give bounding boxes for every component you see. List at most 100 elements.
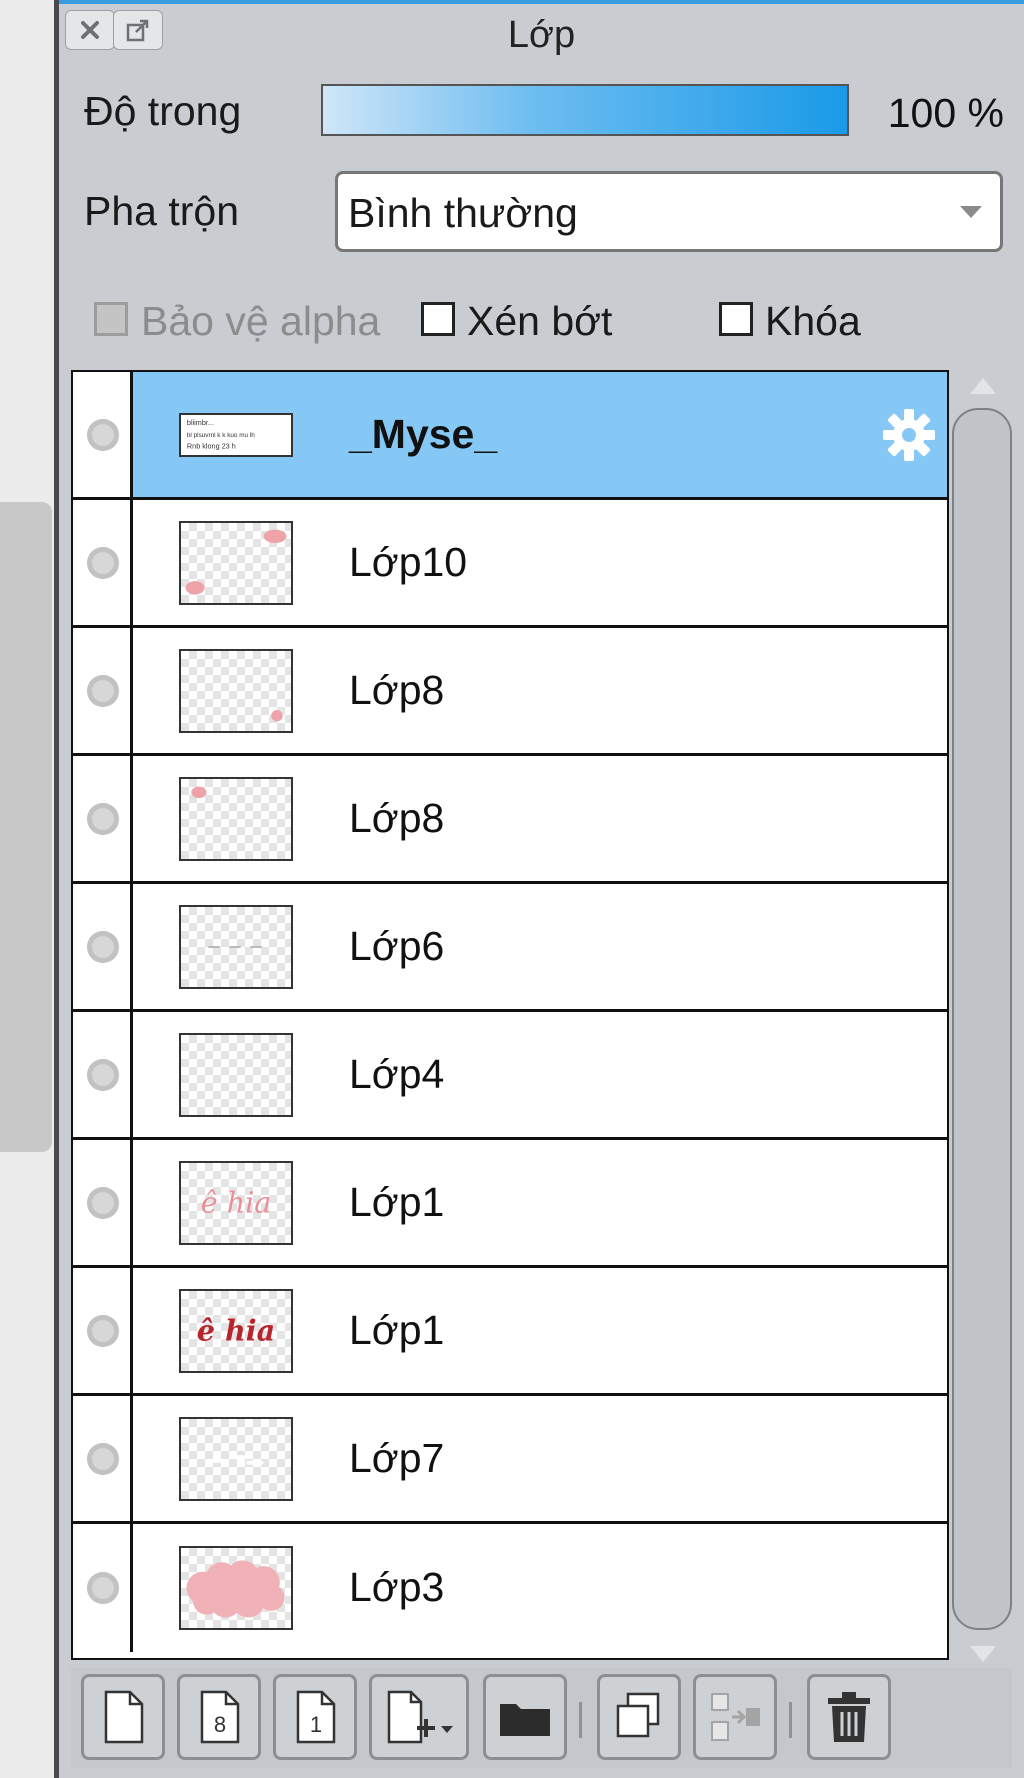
- clipping-label: Xén bớt: [467, 298, 613, 344]
- panel-title: Lớp: [507, 14, 576, 56]
- layer-row[interactable]: Lớp8: [73, 628, 947, 756]
- layer-name: Lớp8: [349, 666, 445, 713]
- visibility-toggle[interactable]: [73, 884, 133, 1009]
- duplicate-layer-button[interactable]: [597, 1674, 681, 1760]
- new-1bit-layer-button[interactable]: 1: [273, 1674, 357, 1760]
- layer-name: Lớp6: [349, 922, 445, 969]
- lock-checkbox[interactable]: [719, 302, 753, 336]
- layer-row-main[interactable]: Lớp4: [133, 1012, 947, 1137]
- layer-thumbnail: ê hia: [179, 1288, 293, 1373]
- visibility-toggle[interactable]: [73, 756, 133, 881]
- layer-thumbnail: bliimbr... bl plsuvrnl k k kuo mu lh Rnb…: [179, 412, 293, 457]
- thumb-text-line: Rnb klong 23 h: [187, 441, 236, 450]
- layer-thumbnail: [179, 1546, 293, 1630]
- layer-row[interactable]: Lớp8: [73, 756, 947, 884]
- pink-dot-thumbnail-icon: [271, 709, 283, 721]
- scroll-up-arrow-icon[interactable]: [970, 378, 996, 394]
- layer-row-main[interactable]: Lớp3: [133, 1524, 947, 1652]
- visibility-toggle[interactable]: [73, 500, 133, 625]
- layer-row-main[interactable]: ê hia Lớp1: [133, 1140, 947, 1265]
- folder-icon: [500, 1704, 550, 1736]
- merge-down-button[interactable]: [693, 1674, 777, 1760]
- new-raster-layer-button[interactable]: [81, 1674, 165, 1760]
- page-icon: [104, 1690, 144, 1744]
- duplicate-icon: [616, 1692, 660, 1738]
- layer-thumbnail: [179, 520, 293, 605]
- layer-panel: Lớp Độ trong 100 % Pha trộn Bình thường …: [59, 0, 1024, 1778]
- protect-alpha-label: Bảo vệ alpha: [141, 298, 381, 344]
- dock-handle[interactable]: [0, 502, 52, 1152]
- gear-icon[interactable]: [881, 407, 937, 463]
- new-folder-button[interactable]: [483, 1674, 567, 1760]
- glyph-1: 1: [310, 1712, 322, 1737]
- layer-row-main[interactable]: bliimbr... bl plsuvrnl k k kuo mu lh Rnb…: [133, 372, 947, 497]
- layer-list: bliimbr... bl plsuvrnl k k kuo mu lh Rnb…: [71, 370, 949, 1660]
- glyph-8: 8: [214, 1712, 226, 1737]
- visibility-toggle[interactable]: [73, 1012, 133, 1137]
- layer-row[interactable]: Lớp10: [73, 500, 947, 628]
- opacity-label: Độ trong: [84, 88, 242, 134]
- opacity-slider[interactable]: [321, 84, 849, 136]
- layer-row[interactable]: Lớp3: [73, 1524, 947, 1652]
- layer-row-main[interactable]: Lớp8: [133, 756, 947, 881]
- new-8bit-layer-button[interactable]: 8: [177, 1674, 261, 1760]
- toolbar-separator: [579, 1702, 582, 1738]
- visibility-toggle[interactable]: [73, 628, 133, 753]
- layer-row-main[interactable]: Lớp10: [133, 500, 947, 625]
- thumb-text-line: bliimbr...: [187, 418, 214, 427]
- layer-name: Lớp7: [349, 1434, 445, 1481]
- layer-row[interactable]: Lớp4: [73, 1012, 947, 1140]
- blend-mode-label: Pha trộn: [84, 188, 239, 234]
- page-8-icon: 8: [200, 1690, 240, 1744]
- layer-list-scrollbar[interactable]: [952, 372, 1014, 1662]
- white-text-thumbnail-icon: [208, 1454, 264, 1465]
- layer-name: Lớp8: [349, 794, 445, 841]
- layer-row[interactable]: Lớp6: [73, 884, 947, 1012]
- protect-alpha-checkbox[interactable]: [94, 302, 128, 336]
- toolbar-separator: [789, 1702, 792, 1738]
- opacity-value: 100 %: [887, 90, 1004, 136]
- layer-row-main[interactable]: Lớp7: [133, 1396, 947, 1521]
- visibility-dot-icon: [87, 1442, 119, 1475]
- visibility-dot-icon: [87, 1058, 119, 1091]
- chevron-down-icon: [960, 206, 982, 218]
- layer-thumbnail: [179, 648, 293, 733]
- visibility-toggle[interactable]: [73, 1268, 133, 1393]
- layer-row-main[interactable]: Lớp6: [133, 884, 947, 1009]
- layer-row[interactable]: bliimbr... bl plsuvrnl k k kuo mu lh Rnb…: [73, 372, 947, 500]
- visibility-dot-icon: [87, 930, 119, 963]
- blend-mode-select[interactable]: Bình thường: [335, 171, 1003, 252]
- visibility-toggle[interactable]: [73, 372, 133, 497]
- layer-name: Lớp4: [349, 1050, 445, 1097]
- visibility-toggle[interactable]: [73, 1396, 133, 1521]
- layer-row[interactable]: ê hia Lớp1: [73, 1140, 947, 1268]
- thumb-script-text: ê hia: [197, 1313, 275, 1347]
- layer-row[interactable]: ê hia Lớp1: [73, 1268, 947, 1396]
- visibility-toggle[interactable]: [73, 1140, 133, 1265]
- layer-thumbnail: [179, 1032, 293, 1117]
- new-layer-menu-button[interactable]: [369, 1674, 469, 1760]
- visibility-dot-icon: [87, 546, 119, 579]
- lock-label: Khóa: [765, 298, 861, 344]
- pink-dot-thumbnail-icon: [191, 786, 207, 798]
- layer-name: _Myse_: [349, 410, 498, 457]
- visibility-dot-icon: [87, 1186, 119, 1219]
- visibility-toggle[interactable]: [73, 1524, 133, 1652]
- page-1-icon: 1: [296, 1690, 336, 1744]
- layer-name: Lớp10: [349, 538, 468, 585]
- layer-row-main[interactable]: Lớp8: [133, 628, 947, 753]
- layer-row[interactable]: Lớp7: [73, 1396, 947, 1524]
- layer-row-main[interactable]: ê hia Lớp1: [133, 1268, 947, 1393]
- scrollbar-thumb[interactable]: [952, 408, 1012, 1630]
- script-thumbnail-icon: ê hia: [201, 1185, 272, 1219]
- text-layer-thumbnail-icon: bliimbr... bl plsuvrnl k k kuo mu lh Rnb…: [187, 418, 255, 451]
- merge-down-icon: [711, 1693, 760, 1741]
- dashes-thumbnail-icon: [208, 945, 262, 948]
- clipping-checkbox[interactable]: [421, 302, 455, 336]
- scroll-down-arrow-icon[interactable]: [970, 1646, 996, 1662]
- pink-strokes-thumbnail-icon: [185, 529, 287, 594]
- pink-cloud-thumbnail-icon: [186, 1560, 285, 1618]
- delete-layer-button[interactable]: [807, 1674, 891, 1760]
- visibility-dot-icon: [87, 802, 119, 835]
- layer-thumbnail: [179, 1416, 293, 1501]
